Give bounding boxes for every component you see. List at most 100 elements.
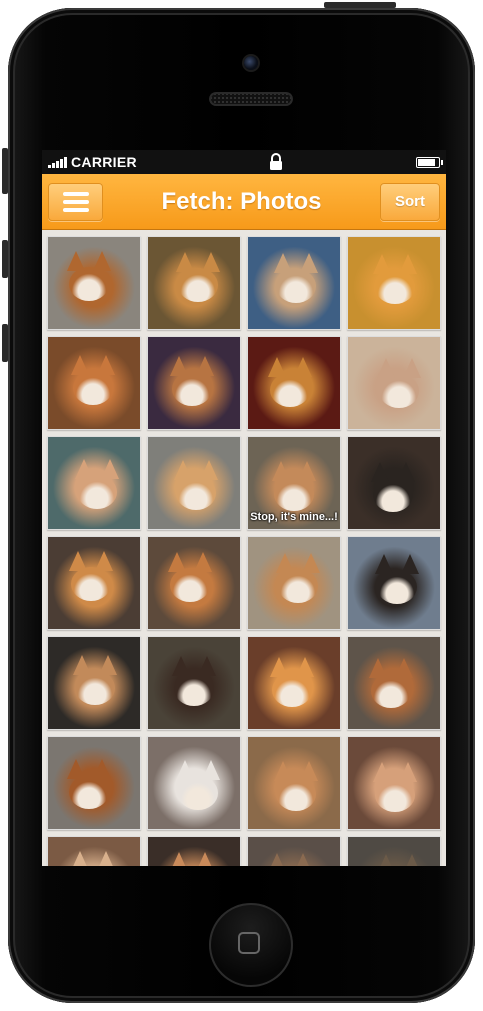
- photo-thumbnail[interactable]: [47, 436, 141, 530]
- photo-thumbnail[interactable]: [247, 836, 341, 866]
- dog-ear-shape: [101, 459, 119, 479]
- dog-ear-shape: [368, 658, 387, 678]
- photo-thumbnail[interactable]: [147, 436, 241, 530]
- dog-face-shape: [370, 674, 411, 708]
- dog-face-shape: [272, 673, 312, 707]
- photo-thumbnail[interactable]: Stop, it's mine...!: [247, 436, 341, 530]
- dog-ear-shape: [298, 461, 316, 481]
- volume-down-button: [2, 324, 8, 362]
- dog-ear-shape: [374, 554, 393, 574]
- carrier-label: CARRIER: [71, 154, 137, 170]
- dog-face-shape: [177, 776, 218, 810]
- dog-ear-shape: [270, 657, 288, 677]
- dog-face-shape: [177, 268, 218, 302]
- dog-ear-shape: [376, 358, 395, 378]
- dog-ear-shape: [396, 462, 415, 482]
- dog-face-shape: [276, 777, 316, 811]
- dog-ear-shape: [402, 854, 421, 866]
- battery-level-fill: [417, 158, 435, 166]
- dog-ear-shape: [197, 656, 216, 676]
- dog-ear-shape: [71, 851, 89, 866]
- dog-face-shape: [71, 567, 111, 601]
- dog-face-shape: [75, 671, 115, 705]
- app-screen: CARRIER Fetch: Photos Sort Stop, it's mi…: [42, 150, 446, 866]
- photo-caption: Stop, it's mine...!: [250, 511, 338, 523]
- dog-ear-shape: [193, 552, 212, 572]
- photo-thumbnail[interactable]: [147, 336, 241, 430]
- dog-ear-shape: [272, 461, 290, 481]
- photo-thumbnail[interactable]: [347, 336, 441, 430]
- hamburger-menu-icon: [62, 191, 89, 196]
- lock-icon: [270, 153, 283, 170]
- dog-ear-shape: [400, 554, 419, 574]
- photo-thumbnail[interactable]: [147, 636, 241, 730]
- dog-ear-shape: [97, 851, 115, 866]
- photo-thumbnail[interactable]: [247, 636, 341, 730]
- dog-face-shape: [274, 477, 314, 511]
- home-square-icon: [238, 932, 260, 954]
- dog-face-shape: [376, 570, 417, 604]
- navigation-bar: Fetch: Photos Sort: [42, 174, 446, 230]
- photo-grid: Stop, it's mine...!: [42, 230, 446, 866]
- photo-thumbnail[interactable]: [247, 336, 341, 430]
- dog-ear-shape: [294, 357, 312, 377]
- dog-face-shape: [69, 775, 109, 809]
- status-left: CARRIER: [48, 154, 137, 170]
- photo-thumbnail[interactable]: [247, 736, 341, 830]
- dog-ear-shape: [69, 551, 87, 571]
- dog-ear-shape: [71, 355, 89, 375]
- photo-thumbnail[interactable]: [247, 236, 341, 330]
- photo-thumbnail[interactable]: [147, 236, 241, 330]
- photo-thumbnail[interactable]: [347, 636, 441, 730]
- photo-thumbnail[interactable]: [347, 536, 441, 630]
- photo-thumbnail[interactable]: [47, 536, 141, 630]
- dog-ear-shape: [372, 762, 391, 782]
- photo-thumbnail[interactable]: [47, 836, 141, 866]
- photo-thumbnail[interactable]: [47, 236, 141, 330]
- dog-face-shape: [270, 373, 310, 407]
- dog-ear-shape: [171, 656, 190, 676]
- photo-thumbnail[interactable]: [247, 536, 341, 630]
- photo-thumbnail[interactable]: [147, 736, 241, 830]
- dog-ear-shape: [372, 254, 391, 274]
- sort-button[interactable]: Sort: [380, 182, 440, 221]
- earpiece-speaker: [209, 92, 293, 106]
- photo-thumbnail[interactable]: [147, 536, 241, 630]
- dog-ear-shape: [195, 356, 214, 376]
- dog-ear-shape: [175, 252, 194, 272]
- photo-thumbnail[interactable]: [347, 436, 441, 530]
- volume-up-button: [2, 240, 8, 278]
- home-button[interactable]: [209, 903, 293, 987]
- hamburger-menu-icon-line: [62, 199, 89, 204]
- dog-face-shape: [374, 270, 415, 304]
- photo-thumbnail[interactable]: [147, 836, 241, 866]
- dog-face-shape: [374, 778, 415, 812]
- signal-bars-icon: [48, 156, 67, 168]
- dog-ear-shape: [398, 254, 417, 274]
- dog-ear-shape: [199, 460, 218, 480]
- power-button: [324, 2, 396, 8]
- dog-ear-shape: [276, 553, 294, 573]
- photo-thumbnail[interactable]: [347, 736, 441, 830]
- status-bar: CARRIER: [42, 150, 446, 174]
- dog-ear-shape: [67, 759, 85, 779]
- photo-thumbnail[interactable]: [47, 636, 141, 730]
- dog-ear-shape: [398, 762, 417, 782]
- dog-ear-shape: [169, 356, 188, 376]
- photo-thumbnail[interactable]: [47, 736, 141, 830]
- dog-ear-shape: [67, 251, 85, 271]
- front-camera-icon: [244, 56, 258, 70]
- dog-ear-shape: [195, 852, 214, 866]
- dog-ear-shape: [173, 460, 192, 480]
- photo-thumbnail[interactable]: [47, 336, 141, 430]
- photo-thumbnail[interactable]: [347, 236, 441, 330]
- dog-ear-shape: [75, 459, 93, 479]
- mute-switch: [2, 148, 8, 194]
- dog-ear-shape: [296, 657, 314, 677]
- dog-ear-shape: [169, 852, 188, 866]
- dog-ear-shape: [302, 553, 320, 573]
- menu-button[interactable]: [48, 182, 103, 221]
- photo-thumbnail[interactable]: [347, 836, 441, 866]
- dog-ear-shape: [268, 853, 286, 866]
- dog-ear-shape: [93, 759, 111, 779]
